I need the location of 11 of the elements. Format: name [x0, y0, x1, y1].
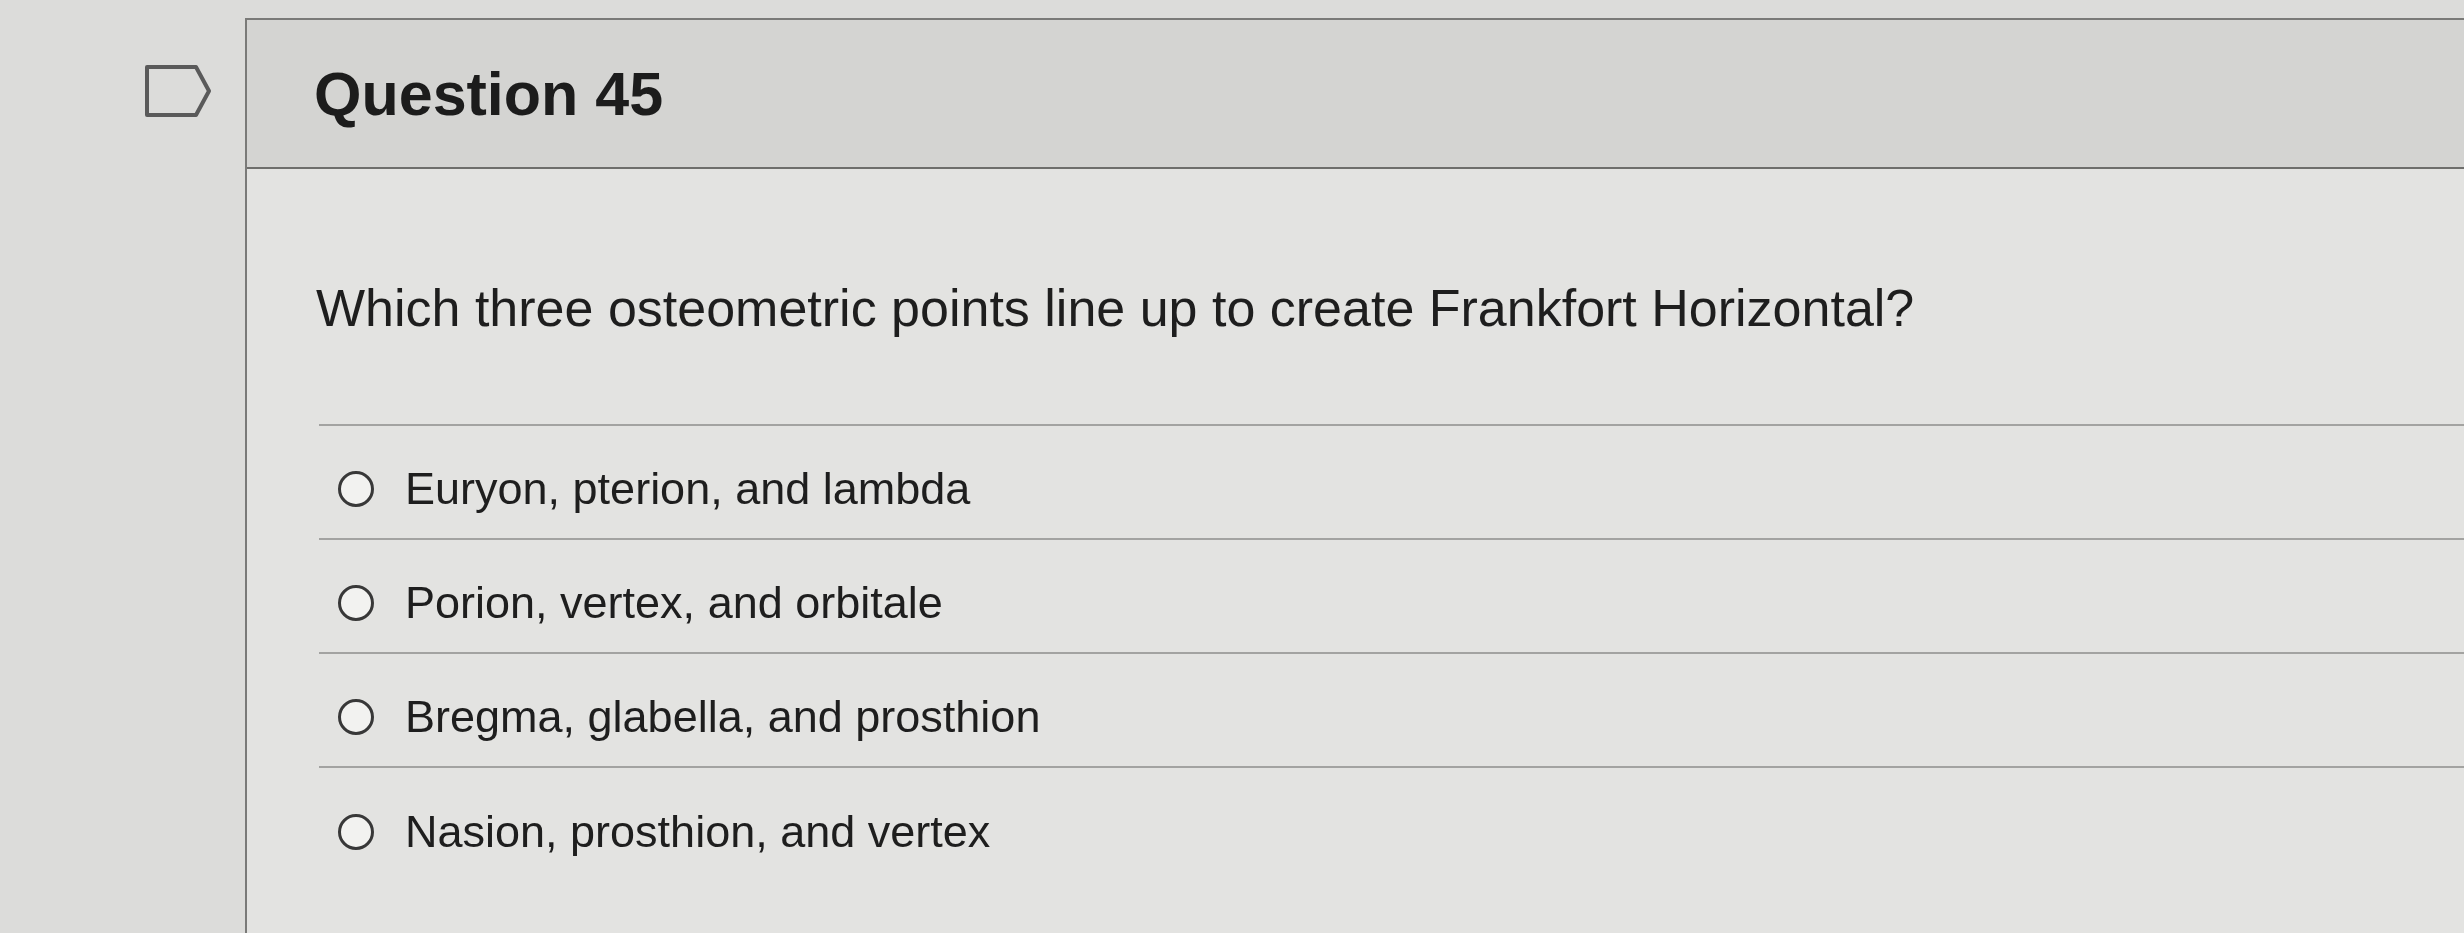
- answer-label[interactable]: Porion, vertex, and orbitale: [405, 575, 943, 631]
- radio-button[interactable]: [338, 814, 374, 850]
- flag-icon[interactable]: [144, 64, 212, 118]
- answer-label[interactable]: Bregma, glabella, and prosthion: [405, 689, 1041, 745]
- answer-label[interactable]: Nasion, prosthion, and vertex: [405, 804, 991, 860]
- question-title: Question 45: [314, 58, 664, 129]
- radio-button[interactable]: [338, 471, 374, 507]
- question-text: Which three osteometric points line up to create Frankfort Horizontal?: [316, 278, 1916, 339]
- answer-label[interactable]: Euryon, pterion, and lambda: [405, 461, 971, 517]
- radio-button[interactable]: [338, 585, 374, 621]
- radio-button[interactable]: [338, 699, 374, 735]
